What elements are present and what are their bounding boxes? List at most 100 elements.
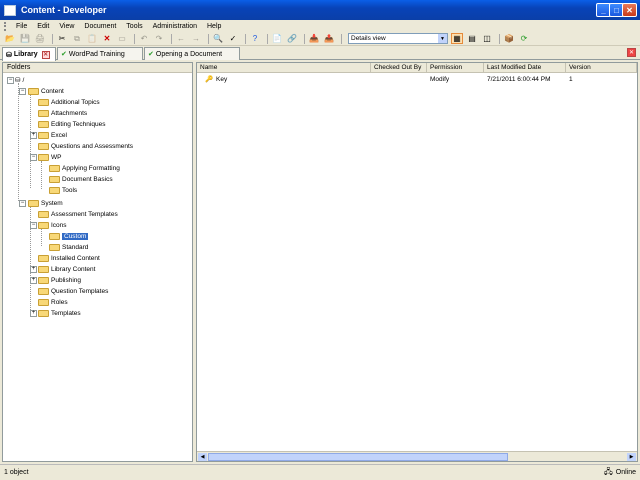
tree-expander[interactable]: + [30, 266, 37, 273]
menu-view[interactable]: View [54, 23, 79, 30]
folder-icon [38, 298, 49, 306]
menu-tools[interactable]: Tools [121, 23, 147, 30]
folder-icon [38, 309, 49, 317]
folder-icon [38, 120, 49, 128]
tree-label: Icons [51, 221, 67, 229]
tree-expander[interactable]: − [19, 200, 26, 207]
scroll-left-icon[interactable]: ◀ [198, 453, 207, 461]
menu-file[interactable]: File [11, 23, 32, 30]
cut-icon[interactable]: ✂ [56, 33, 68, 44]
tree-node[interactable]: Installed Content [38, 253, 100, 263]
tree-label: Question Templates [51, 287, 109, 295]
chevron-down-icon[interactable]: ▼ [438, 34, 447, 43]
delete-icon[interactable]: ✕ [101, 33, 113, 44]
tab-wordpad-training[interactable]: ✔ WordPad Training [57, 47, 143, 60]
view-select[interactable]: Details view ▼ [348, 33, 448, 44]
tree-node[interactable]: Additional Topics [38, 97, 100, 107]
tree-label: Installed Content [51, 254, 100, 262]
open-folder-icon[interactable]: 📂 [4, 33, 16, 44]
tab-wordpad-training-label: WordPad Training [68, 50, 125, 58]
menu-edit[interactable]: Edit [32, 23, 54, 30]
column-header-last-modified[interactable]: Last Modified Date [484, 63, 566, 73]
tree-node[interactable]: Questions and Assessments [38, 141, 133, 151]
tree-node[interactable]: Icons [38, 220, 67, 230]
folder-icon [38, 153, 49, 161]
layout-split-icon[interactable]: ◫ [481, 33, 493, 44]
tree-root[interactable]: ⛁ / [15, 75, 24, 85]
redo-icon[interactable]: ↷ [153, 33, 165, 44]
menu-document[interactable]: Document [79, 23, 121, 30]
menu-grip-icon[interactable] [4, 21, 7, 31]
title-bar[interactable]: Content - Developer _ □ ✕ [0, 0, 640, 20]
find-icon[interactable]: 🔍 [212, 33, 224, 44]
document-tab-bar: ⛁ Library ✕ ✔ WordPad Training ✔ Opening… [0, 46, 640, 61]
copy-icon[interactable]: ⧉ [71, 33, 83, 44]
tree-expander[interactable]: − [30, 154, 37, 161]
column-header-checked-out-by[interactable]: Checked Out By [371, 63, 427, 73]
tree-node[interactable]: Assessment Templates [38, 209, 118, 219]
tree-expander[interactable]: − [7, 77, 14, 84]
tree-node[interactable]: Excel [38, 130, 67, 140]
scroll-right-icon[interactable]: ▶ [627, 453, 636, 461]
tree-node[interactable]: Content [28, 86, 64, 96]
layout-list-icon[interactable]: ▤ [466, 33, 478, 44]
close-button[interactable]: ✕ [622, 3, 637, 17]
link-icon[interactable]: 🔗 [286, 33, 298, 44]
layout-details-icon[interactable]: ▦ [451, 33, 463, 44]
tree-node[interactable]: WP [38, 152, 61, 162]
refresh-icon[interactable]: ⟳ [518, 33, 530, 44]
scroll-thumb[interactable] [208, 453, 508, 461]
tree-node[interactable]: Editing Techniques [38, 119, 105, 129]
spellcheck-icon[interactable]: ✓ [227, 33, 239, 44]
tree-expander[interactable]: + [30, 277, 37, 284]
print-icon[interactable]: 🖨 [34, 33, 46, 44]
tab-library[interactable]: ⛁ Library ✕ [2, 47, 56, 61]
row-checked-out-by [371, 75, 374, 85]
tree-node[interactable]: Publishing [38, 275, 81, 285]
help-icon[interactable]: ? [249, 33, 261, 44]
folder-icon [38, 221, 49, 229]
check-out-icon[interactable]: 📤 [323, 33, 335, 44]
tree-label: Additional Topics [51, 98, 100, 106]
column-header-name[interactable]: Name [197, 63, 371, 73]
folder-icon [38, 276, 49, 284]
toolbar-separator [245, 33, 246, 44]
tree-node[interactable]: Applying Formatting [49, 163, 120, 173]
column-header-version[interactable]: Version [566, 63, 637, 73]
tree-node[interactable]: System [28, 198, 63, 208]
tree-node[interactable]: Standard [49, 242, 88, 252]
tab-opening-a-document[interactable]: ✔ Opening a Document [144, 47, 240, 60]
panel-close-icon[interactable]: ✕ [627, 48, 636, 57]
tree-expander[interactable]: + [30, 310, 37, 317]
menu-help[interactable]: Help [202, 23, 226, 30]
new-document-icon[interactable]: 📄 [271, 33, 283, 44]
save-icon[interactable]: 💾 [19, 33, 31, 44]
menu-administration[interactable]: Administration [148, 23, 202, 30]
tree-node[interactable]: Attachments [38, 108, 87, 118]
tree-expander[interactable]: − [30, 222, 37, 229]
tree-node[interactable]: Roles [38, 297, 68, 307]
check-in-icon[interactable]: 📥 [308, 33, 320, 44]
tree-expander[interactable]: + [30, 132, 37, 139]
horizontal-scrollbar[interactable]: ◀ ▶ [197, 451, 637, 461]
tree-node-selected[interactable]: Custom [49, 231, 89, 241]
window-title: Content - Developer [21, 5, 107, 15]
column-header-permission[interactable]: Permission [427, 63, 484, 73]
app-icon [4, 4, 16, 16]
tree-node[interactable]: Document Basics [49, 174, 113, 184]
forward-icon[interactable]: → [190, 33, 202, 44]
tree-node[interactable]: Templates [38, 308, 81, 318]
undo-icon[interactable]: ↶ [138, 33, 150, 44]
tab-close-icon[interactable]: ✕ [41, 50, 50, 59]
paste-icon[interactable]: 📋 [86, 33, 98, 44]
tree-node[interactable]: Library Content [38, 264, 95, 274]
row-modified: 7/21/2011 6:00:44 PM [487, 76, 551, 83]
back-icon[interactable]: ← [175, 33, 187, 44]
tree-expander[interactable]: − [19, 88, 26, 95]
publish-icon[interactable]: 📦 [503, 33, 515, 44]
checked-document-icon: ✔ [61, 51, 67, 58]
properties-icon[interactable]: ▭ [116, 33, 128, 44]
folder-icon [49, 175, 60, 183]
tree-node[interactable]: Question Templates [38, 286, 108, 296]
tree-node[interactable]: Tools [49, 185, 77, 195]
